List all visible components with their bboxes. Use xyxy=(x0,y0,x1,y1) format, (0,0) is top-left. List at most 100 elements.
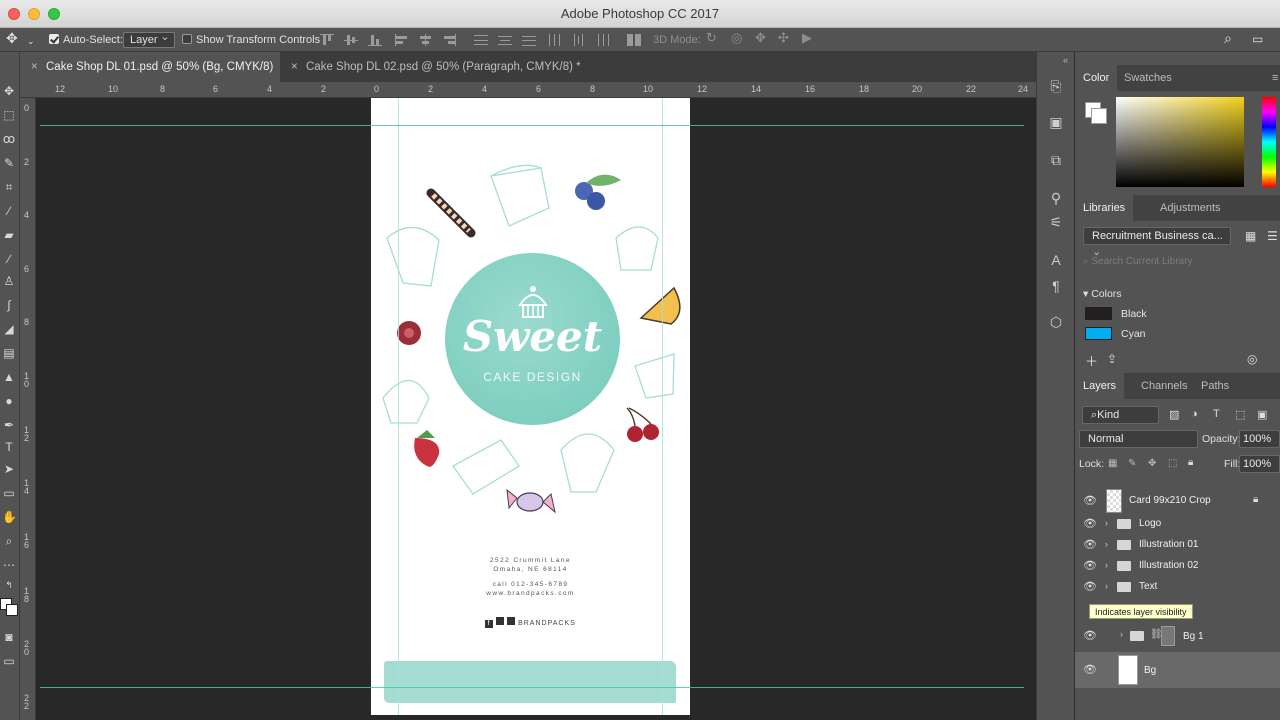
show-transform-checkbox[interactable]: Show Transform Controls xyxy=(182,32,320,48)
distribute-left-icon[interactable] xyxy=(548,34,562,46)
distribute-right-icon[interactable] xyxy=(596,34,610,46)
tab-swatches[interactable]: Swatches xyxy=(1124,65,1172,91)
collapse-panels-icon[interactable]: « xyxy=(1063,55,1068,65)
align-bottom-icon[interactable] xyxy=(368,34,382,46)
library-search[interactable]: ⌕ Search Current Library xyxy=(1083,256,1193,267)
expand-group-icon[interactable]: › xyxy=(1105,539,1108,549)
mask-thumbnail[interactable] xyxy=(1161,626,1175,646)
tab-paths[interactable]: Paths xyxy=(1201,373,1229,399)
layer-row-selected[interactable]: 👁︎ Bg xyxy=(1075,652,1280,688)
grid-view-icon[interactable]: ▦ xyxy=(1245,229,1256,243)
tool-preset-chevron-icon[interactable]: ⌄ xyxy=(27,33,35,49)
filter-adjustment-icon[interactable]: ◑ xyxy=(1191,408,1198,420)
distribute-bottom-icon[interactable] xyxy=(522,34,536,46)
scale-3d-icon[interactable]: ▶ xyxy=(802,30,812,46)
fill-input[interactable]: 100% xyxy=(1239,455,1280,473)
crop-tool-icon[interactable]: ⌗ xyxy=(2,180,16,194)
color-spectrum-picker[interactable] xyxy=(1116,97,1244,187)
history-panel-icon[interactable]: ⎘ xyxy=(1048,78,1064,94)
clone-source-panel-icon[interactable]: ⧉ xyxy=(1048,152,1064,168)
path-selection-tool-icon[interactable]: ➤ xyxy=(2,462,16,476)
blend-mode-select[interactable]: Normal xyxy=(1079,430,1198,448)
expand-group-icon[interactable]: › xyxy=(1105,560,1108,570)
horizontal-guide[interactable] xyxy=(40,125,1024,126)
eraser-tool-icon[interactable]: ◢ xyxy=(2,322,16,336)
character-panel-icon[interactable]: A xyxy=(1048,252,1064,268)
creative-cloud-icon[interactable]: ◎ xyxy=(1247,352,1257,366)
lock-transparent-icon[interactable]: ▦ xyxy=(1108,458,1117,469)
align-right-icon[interactable] xyxy=(443,34,457,46)
orbit-3d-icon[interactable]: ↻ xyxy=(706,30,717,46)
brush-presets-panel-icon[interactable]: ⚟ xyxy=(1048,214,1064,230)
layer-row[interactable]: 👁︎ › ⛓︎ Bg 1 xyxy=(1075,624,1280,648)
gradient-tool-icon[interactable]: ▤ xyxy=(2,346,16,360)
black-swatch[interactable] xyxy=(1085,307,1112,320)
healing-brush-tool-icon[interactable]: ▰ xyxy=(2,228,16,242)
horizontal-guide[interactable] xyxy=(40,687,1024,688)
vertical-guide[interactable] xyxy=(662,98,663,715)
clone-stamp-tool-icon[interactable]: ♙ xyxy=(2,274,16,288)
visibility-eye-icon[interactable]: 👁︎ xyxy=(1083,539,1097,551)
quick-select-tool-icon[interactable]: ✎ xyxy=(2,156,16,170)
lock-position-icon[interactable]: ✥ xyxy=(1148,458,1156,469)
align-top-icon[interactable] xyxy=(320,34,334,46)
cyan-swatch[interactable] xyxy=(1085,327,1112,340)
vertical-guide[interactable] xyxy=(398,98,399,715)
tab-cake-shop-dl-02[interactable]: × Cake Shop DL 02.psd @ 50% (Paragraph, … xyxy=(280,52,600,82)
filter-pixel-icon[interactable]: ▨ xyxy=(1169,408,1179,421)
tab-cake-shop-dl-01[interactable]: × Cake Shop DL 01.psd @ 50% (Bg, CMYK/8)… xyxy=(20,52,280,103)
tab-channels[interactable]: Channels xyxy=(1141,373,1187,399)
upload-icon[interactable]: ⇪ xyxy=(1107,352,1117,366)
workspace-icon[interactable]: ▭ xyxy=(1252,31,1263,47)
expand-group-icon[interactable]: › xyxy=(1105,518,1108,528)
brush-panel-icon[interactable]: ⚲ xyxy=(1048,190,1064,206)
layer-row[interactable]: 👁︎ › Logo xyxy=(1075,514,1280,535)
auto-select-checkbox[interactable]: Auto-Select: xyxy=(49,32,123,48)
rectangle-tool-icon[interactable]: ▭ xyxy=(2,486,16,500)
distribute-top-icon[interactable] xyxy=(474,34,488,46)
auto-select-dropdown[interactable]: Layer xyxy=(123,30,175,48)
align-left-icon[interactable] xyxy=(395,34,409,46)
swap-colors-icon[interactable]: ↰ xyxy=(2,578,16,592)
auto-align-layers-icon[interactable] xyxy=(627,34,641,46)
align-vertical-center-icon[interactable] xyxy=(344,34,358,46)
align-horizontal-center-icon[interactable] xyxy=(419,34,433,46)
lasso-tool-icon[interactable]: ꝏ xyxy=(2,132,16,146)
horizontal-ruler[interactable]: 12 10 8 6 4 2 0 2 4 6 8 10 12 14 16 18 20 22 24 xyxy=(20,82,1036,98)
move-tool-icon[interactable]: ✥ xyxy=(6,30,18,46)
visibility-eye-icon[interactable]: 👁︎ xyxy=(1083,581,1097,593)
visibility-eye-icon[interactable]: 👁︎ xyxy=(1083,495,1097,507)
distribute-vertical-center-icon[interactable] xyxy=(498,34,512,46)
filter-type-icon[interactable]: T xyxy=(1213,408,1220,420)
hand-tool-icon[interactable]: ✋ xyxy=(2,510,17,524)
brush-tool-icon[interactable]: ∕ xyxy=(2,252,16,266)
tab-color[interactable]: Color xyxy=(1075,65,1118,91)
lock-image-icon[interactable]: ✎ xyxy=(1128,458,1136,469)
quick-mask-icon[interactable]: ◙ xyxy=(2,630,16,644)
filter-smart-object-icon[interactable]: ▣ xyxy=(1257,408,1267,421)
visibility-eye-icon[interactable]: 👁︎ xyxy=(1083,664,1097,676)
tab-layers[interactable]: Layers xyxy=(1075,373,1125,399)
screen-mode-icon[interactable]: ▭ xyxy=(2,654,16,668)
vertical-ruler[interactable]: 0 2 4 6 8 1 0 1 2 1 4 1 6 1 8 2 0 2 2 xyxy=(20,98,36,720)
history-brush-tool-icon[interactable]: ∫ xyxy=(2,298,16,312)
lock-artboard-icon[interactable]: ⬚ xyxy=(1168,458,1177,469)
colors-section-header[interactable]: ▾ Colors xyxy=(1083,288,1122,300)
dodge-tool-icon[interactable]: ● xyxy=(2,394,16,408)
opacity-input[interactable]: 100% xyxy=(1239,430,1280,448)
background-color-swatch[interactable] xyxy=(6,604,18,616)
distribute-horizontal-center-icon[interactable] xyxy=(572,34,586,46)
expand-group-icon[interactable]: › xyxy=(1120,629,1123,639)
blur-tool-icon[interactable]: ▲ xyxy=(2,370,16,384)
layer-row[interactable]: 👁︎ Card 99x210 Crop 🔒︎ xyxy=(1075,486,1280,516)
list-view-icon[interactable]: ☰ xyxy=(1267,229,1278,243)
hue-slider[interactable] xyxy=(1262,97,1276,187)
more-tools-icon[interactable]: ⋯ xyxy=(2,558,16,572)
eyedropper-tool-icon[interactable]: ⁄ xyxy=(2,204,16,218)
visibility-eye-icon[interactable]: 👁︎ xyxy=(1083,518,1097,530)
library-select[interactable]: Recruitment Business ca... ⌄ xyxy=(1083,227,1231,258)
add-to-library-icon[interactable]: ＋ xyxy=(1085,351,1098,370)
search-icon[interactable]: ⌕ xyxy=(1224,30,1232,46)
tab-adjustments[interactable]: Adjustments xyxy=(1160,195,1221,221)
zoom-tool-icon[interactable]: ⌕ xyxy=(2,534,16,548)
